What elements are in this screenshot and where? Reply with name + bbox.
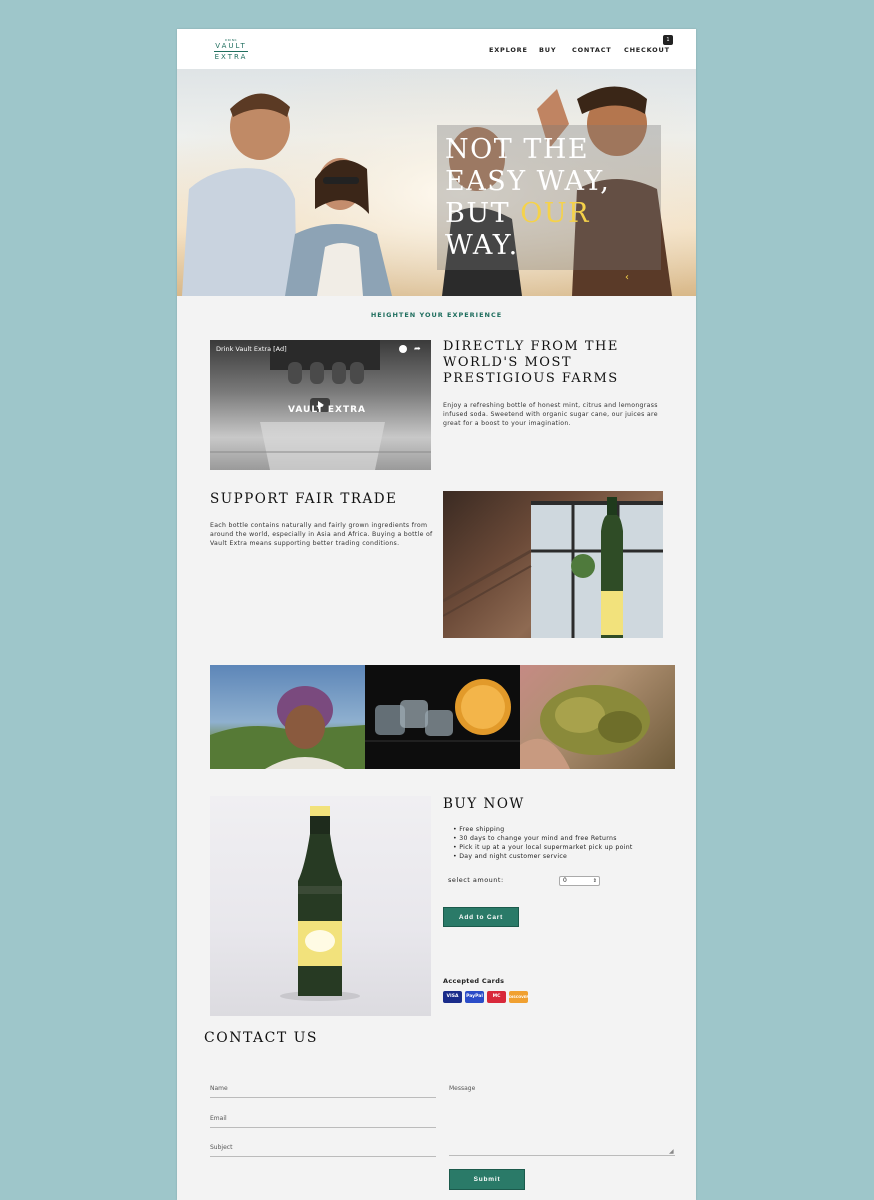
nav-checkout[interactable]: CHECKOUT	[624, 46, 670, 54]
stepper-arrows-icon[interactable]: ⇕	[593, 877, 597, 885]
list-item: Free shipping	[453, 825, 633, 834]
list-item: Day and night customer service	[453, 852, 633, 861]
visa-card-icon: VISA	[443, 991, 462, 1003]
product-bottle-photo	[280, 806, 360, 1001]
logo-line1: VAULT	[215, 42, 247, 50]
herbs-photo	[520, 685, 650, 769]
paypal-card-icon: PayPal	[465, 991, 484, 1003]
discover-card-icon: DISCOVER	[509, 991, 529, 1003]
nav-explore[interactable]: EXPLORE	[489, 46, 528, 54]
buy-benefits-list: Free shipping 30 days to change your min…	[453, 825, 633, 861]
nav-buy[interactable]: BUY	[539, 46, 556, 54]
cart-count-badge[interactable]: 1	[663, 35, 673, 45]
hero-line-3: BUT OUR	[445, 198, 610, 230]
submit-button[interactable]: Submit	[449, 1169, 525, 1190]
logo-line2: EXTRA	[214, 53, 248, 61]
amount-value: 0	[563, 877, 567, 884]
accepted-cards-label: Accepted Cards	[443, 977, 505, 985]
brand-logo[interactable]: DRINK VAULT EXTRA	[213, 38, 249, 64]
list-item: Pick it up at a your local supermarket p…	[453, 843, 633, 852]
add-to-cart-button[interactable]: Add to Cart	[443, 907, 519, 927]
video-logo-text: VAULT EXTRA	[288, 405, 366, 415]
logo-rule	[214, 51, 248, 52]
fair-trade-text: Each bottle contains naturally and fairl…	[210, 522, 433, 547]
hero-banner: NOT THE EASY WAY, BUT OUR WAY. ‹	[177, 69, 696, 296]
page: DRINK VAULT EXTRA EXPLORE BUY CONTACT CH…	[177, 29, 696, 1200]
resize-handle-icon[interactable]: ◢	[669, 1148, 674, 1155]
header-bar: DRINK VAULT EXTRA EXPLORE BUY CONTACT CH…	[177, 29, 696, 69]
hero-line-2: EASY WAY,	[445, 166, 611, 197]
name-field[interactable]	[210, 1097, 436, 1098]
farms-heading: DIRECTLY FROM THE WORLD'S MOST PRESTIGIO…	[443, 339, 619, 386]
email-field[interactable]	[210, 1127, 436, 1128]
amount-label: select amount:	[448, 876, 504, 884]
farms-text: Enjoy a refreshing bottle of honest mint…	[443, 402, 658, 427]
hero-highlight-word: OUR	[520, 198, 590, 229]
mastercard-icon: MC	[487, 991, 506, 1003]
contact-heading: CONTACT US	[204, 1030, 319, 1046]
video-player[interactable]: Drink Vault Extra [Ad] ➦ VAULT EXTRA	[210, 340, 431, 470]
farmer-photo	[210, 686, 365, 769]
hero-line-1: NOT THE	[445, 134, 590, 165]
video-title: Drink Vault Extra [Ad]	[216, 345, 287, 353]
hero-headline: NOT THE EASY WAY, BUT OUR WAY.	[445, 134, 610, 262]
section-label: HEIGHTEN YOUR EXPERIENCE	[370, 311, 503, 319]
nav-contact[interactable]: CONTACT	[572, 46, 612, 54]
herbs-image	[520, 665, 675, 769]
product-bottle-image	[210, 796, 431, 1016]
email-field-label: Email	[210, 1115, 227, 1122]
slider-prev-icon[interactable]: ‹	[625, 272, 629, 283]
buy-now-heading: BUY NOW	[443, 796, 525, 812]
name-field-label: Name	[210, 1085, 228, 1092]
ice-orange-photo	[365, 679, 520, 742]
clock-icon[interactable]	[399, 345, 407, 353]
hero-line-4: WAY.	[445, 230, 519, 261]
subject-field[interactable]	[210, 1156, 436, 1157]
bottle-window-image	[443, 491, 663, 638]
hero-line-3-start: BUT	[445, 198, 521, 229]
list-item: 30 days to change your mind and free Ret…	[453, 834, 633, 843]
bottle-window-photo	[443, 497, 663, 638]
message-field[interactable]	[449, 1155, 675, 1156]
farmer-image	[210, 665, 365, 769]
subject-field-label: Subject	[210, 1144, 233, 1151]
share-icon[interactable]: ➦	[414, 344, 421, 353]
fair-trade-heading: SUPPORT FAIR TRADE	[210, 491, 398, 507]
ice-orange-image	[365, 665, 520, 769]
message-field-label: Message	[449, 1085, 476, 1092]
amount-select[interactable]: 0 ⇕	[559, 876, 600, 886]
